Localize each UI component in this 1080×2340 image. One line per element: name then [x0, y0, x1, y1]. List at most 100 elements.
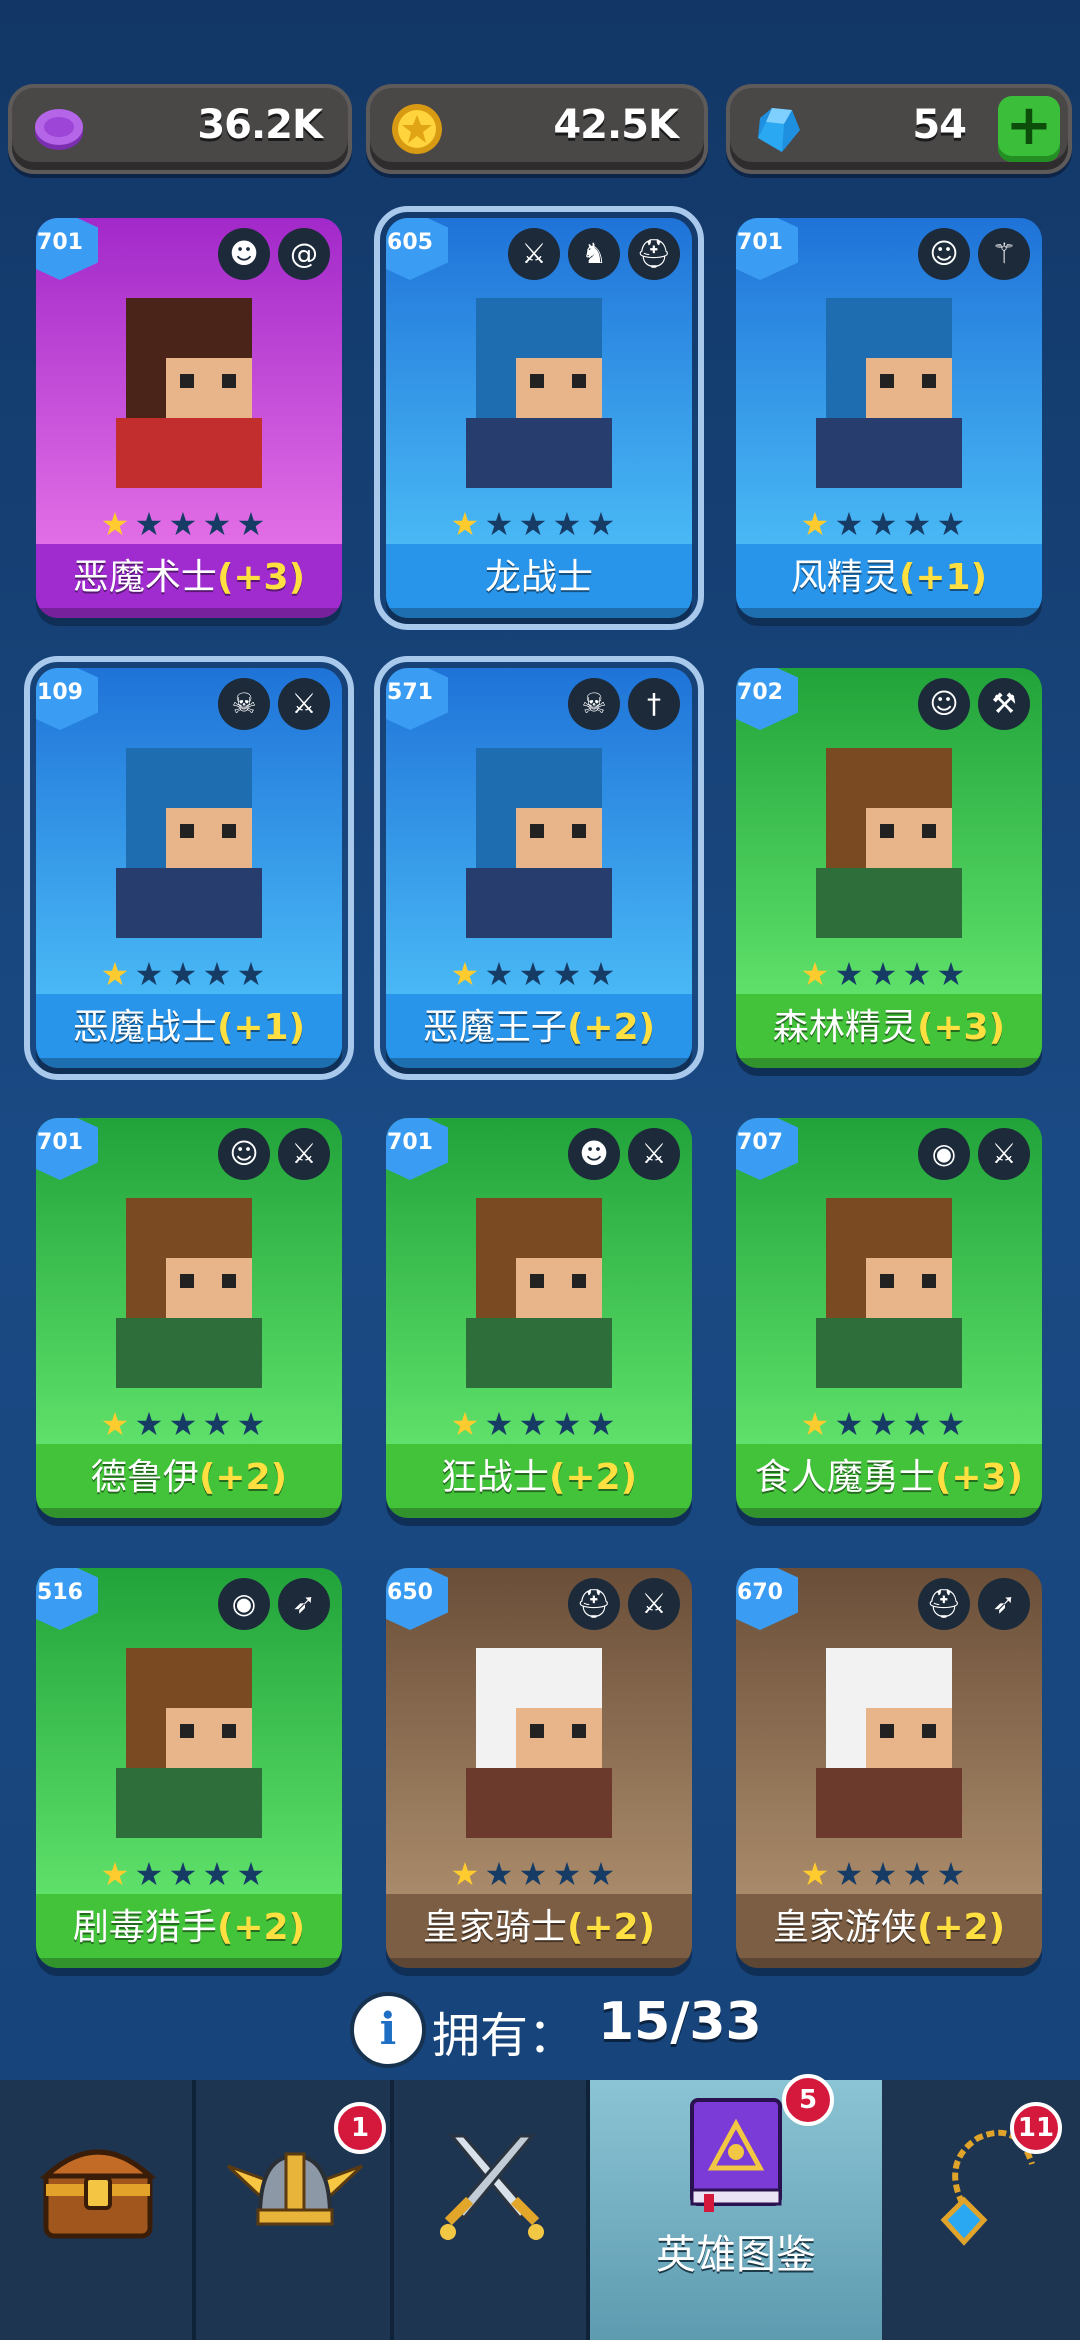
- hero-eye: [922, 824, 936, 838]
- tab-equipment[interactable]: 11: [882, 2080, 1080, 2340]
- hero-card[interactable]: ★ ★ ★ ★ ★ 109 ☠ ⚔ 恶魔战士(+1): [24, 656, 354, 1080]
- hero-name-line: 龙战士: [386, 548, 692, 600]
- name-bar: 狂战士(+2): [386, 1444, 692, 1518]
- hero-body: [466, 868, 612, 938]
- hero-figure: [806, 1648, 972, 1838]
- hero-head: [126, 748, 252, 868]
- star-icon: ★: [552, 1855, 582, 1893]
- hero-face: [866, 1258, 952, 1318]
- hero-name: 狂战士: [440, 1457, 549, 1498]
- hero-eye: [530, 1274, 544, 1288]
- purple-token-icon: [35, 109, 83, 150]
- tab-heroes[interactable]: 1: [196, 2080, 394, 2340]
- hero-bonus: (+2): [566, 1007, 656, 1048]
- star-icon: ★: [134, 505, 164, 543]
- owned-label: 拥有：: [432, 2008, 577, 2064]
- hero-name: 皇家游侠: [772, 1907, 917, 1948]
- tab-shop[interactable]: [0, 2080, 196, 2340]
- level-value: 702: [737, 680, 783, 705]
- hero-card[interactable]: ★ ★ ★ ★ ★ 701 ☻ ⚔ 狂战士(+2): [386, 1118, 692, 1518]
- star-icon: ★: [168, 505, 198, 543]
- hero-figure: [806, 748, 972, 938]
- star-icon: ★: [484, 1405, 514, 1443]
- name-bar: 德鲁伊(+2): [36, 1444, 342, 1518]
- name-bar: 皇家游侠(+2): [736, 1894, 1042, 1968]
- hero-name-line: 食人魔勇士(+3): [736, 1448, 1042, 1500]
- hero-head: [476, 1648, 602, 1768]
- dragon-icon: ♞: [568, 228, 620, 280]
- cyclops-face-icon: ◉: [918, 1128, 970, 1180]
- equipment-badge: 11: [1010, 2102, 1062, 2154]
- purple-token-value: 36.2K: [197, 102, 323, 148]
- star-icon: ★: [202, 505, 232, 543]
- hero-card[interactable]: ★ ★ ★ ★ ★ 707 ◉ ⚔ 食人魔勇士(+3): [736, 1118, 1042, 1518]
- tab-battle[interactable]: [394, 2080, 590, 2340]
- star-icon: ★: [902, 1405, 932, 1443]
- sword-icon: ⚔: [278, 1128, 330, 1180]
- hero-name-line: 恶魔术士(+3): [36, 548, 342, 600]
- hero-card[interactable]: ★ ★ ★ ★ ★ 650 ⛑ ⚔ 皇家骑士(+2): [386, 1568, 692, 1968]
- star-rating: ★ ★ ★ ★ ★: [798, 508, 968, 540]
- hero-card[interactable]: ★ ★ ★ ★ ★ 701 ☺ ⚚ 风精灵(+1): [736, 218, 1042, 618]
- tab-hero-encyclopedia[interactable]: 5 英雄图鉴: [590, 2074, 882, 2340]
- hero-body: [816, 868, 962, 938]
- hero-face: [866, 1708, 952, 1768]
- hero-card[interactable]: ★ ★ ★ ★ ★ 670 ⛑ ➶ 皇家游侠(+2): [736, 1568, 1042, 1968]
- hero-name: 食人魔勇士: [754, 1457, 935, 1498]
- hero-card[interactable]: ★ ★ ★ ★ ★ 701 ☺ ⚔ 德鲁伊(+2): [36, 1118, 342, 1518]
- hero-face: [516, 358, 602, 418]
- hero-face: [166, 808, 252, 868]
- sword-icon: ⚔: [628, 1578, 680, 1630]
- hero-eye: [222, 374, 236, 388]
- helmet-icon: ⛑: [918, 1578, 970, 1630]
- star-icon: ★: [586, 955, 616, 993]
- star-rating: ★ ★ ★ ★ ★: [448, 1858, 618, 1890]
- star-icon: ★: [902, 955, 932, 993]
- star-icon: ★: [552, 955, 582, 993]
- buy-gems-button[interactable]: +: [998, 96, 1060, 162]
- dagger-icon: †: [628, 678, 680, 730]
- star-icon: ★: [936, 955, 966, 993]
- gold-coin-counter[interactable]: 42.5K: [366, 84, 708, 174]
- star-rating: ★ ★ ★ ★ ★: [448, 508, 618, 540]
- purple-token-counter[interactable]: 36.2K: [8, 84, 352, 174]
- star-icon: ★: [834, 1855, 864, 1893]
- star-rating: ★ ★ ★ ★ ★: [798, 1858, 968, 1890]
- star-icon: ★: [868, 955, 898, 993]
- hero-name: 皇家骑士: [422, 1907, 567, 1948]
- hero-face: [516, 1258, 602, 1318]
- star-icon: ★: [800, 1405, 830, 1443]
- star-icon: ★: [518, 1405, 548, 1443]
- level-value: 109: [37, 680, 83, 705]
- hero-figure: [106, 1198, 272, 1388]
- hero-face: [166, 1708, 252, 1768]
- info-icon[interactable]: i: [350, 1992, 426, 2068]
- hero-bonus: (+3): [934, 1457, 1024, 1498]
- hammer-icon: ⚒: [978, 678, 1030, 730]
- hero-eye: [530, 1724, 544, 1738]
- elf-face-icon: ☺: [918, 228, 970, 280]
- gem-counter[interactable]: 54 +: [726, 84, 1072, 174]
- hero-figure: [456, 1648, 622, 1838]
- hero-card[interactable]: ★ ★ ★ ★ ★ 516 ◉ ➶ 剧毒猎手(+2): [36, 1568, 342, 1968]
- elf-face-icon: ☺: [218, 1128, 270, 1180]
- star-icon: ★: [100, 1405, 130, 1443]
- hero-card[interactable]: ★ ★ ★ ★ ★ 701 ☻ @ 恶魔术士(+3): [36, 218, 342, 618]
- hero-figure: [106, 298, 272, 488]
- level-value: 571: [387, 680, 433, 705]
- hero-card[interactable]: ★ ★ ★ ★ ★ 702 ☺ ⚒ 森林精灵(+3): [736, 668, 1042, 1068]
- hero-figure: [806, 298, 972, 488]
- hero-card[interactable]: ★ ★ ★ ★ ★ 571 ☠ † 恶魔王子(+2): [374, 656, 704, 1080]
- hero-card[interactable]: ★ ★ ★ ★ ★ 605 ⚔ ♞ ⛑ 龙战士: [374, 206, 704, 630]
- star-icon: ★: [168, 1855, 198, 1893]
- hero-face: [166, 358, 252, 418]
- star-rating: ★ ★ ★ ★ ★: [798, 1408, 968, 1440]
- star-rating: ★ ★ ★ ★ ★: [798, 958, 968, 990]
- name-bar: 风精灵(+1): [736, 544, 1042, 618]
- name-bar: 森林精灵(+3): [736, 994, 1042, 1068]
- star-icon: ★: [902, 505, 932, 543]
- owned-count: 15/33: [598, 1992, 762, 2052]
- level-value: 650: [387, 1580, 433, 1605]
- star-icon: ★: [936, 1855, 966, 1893]
- star-icon: ★: [902, 1855, 932, 1893]
